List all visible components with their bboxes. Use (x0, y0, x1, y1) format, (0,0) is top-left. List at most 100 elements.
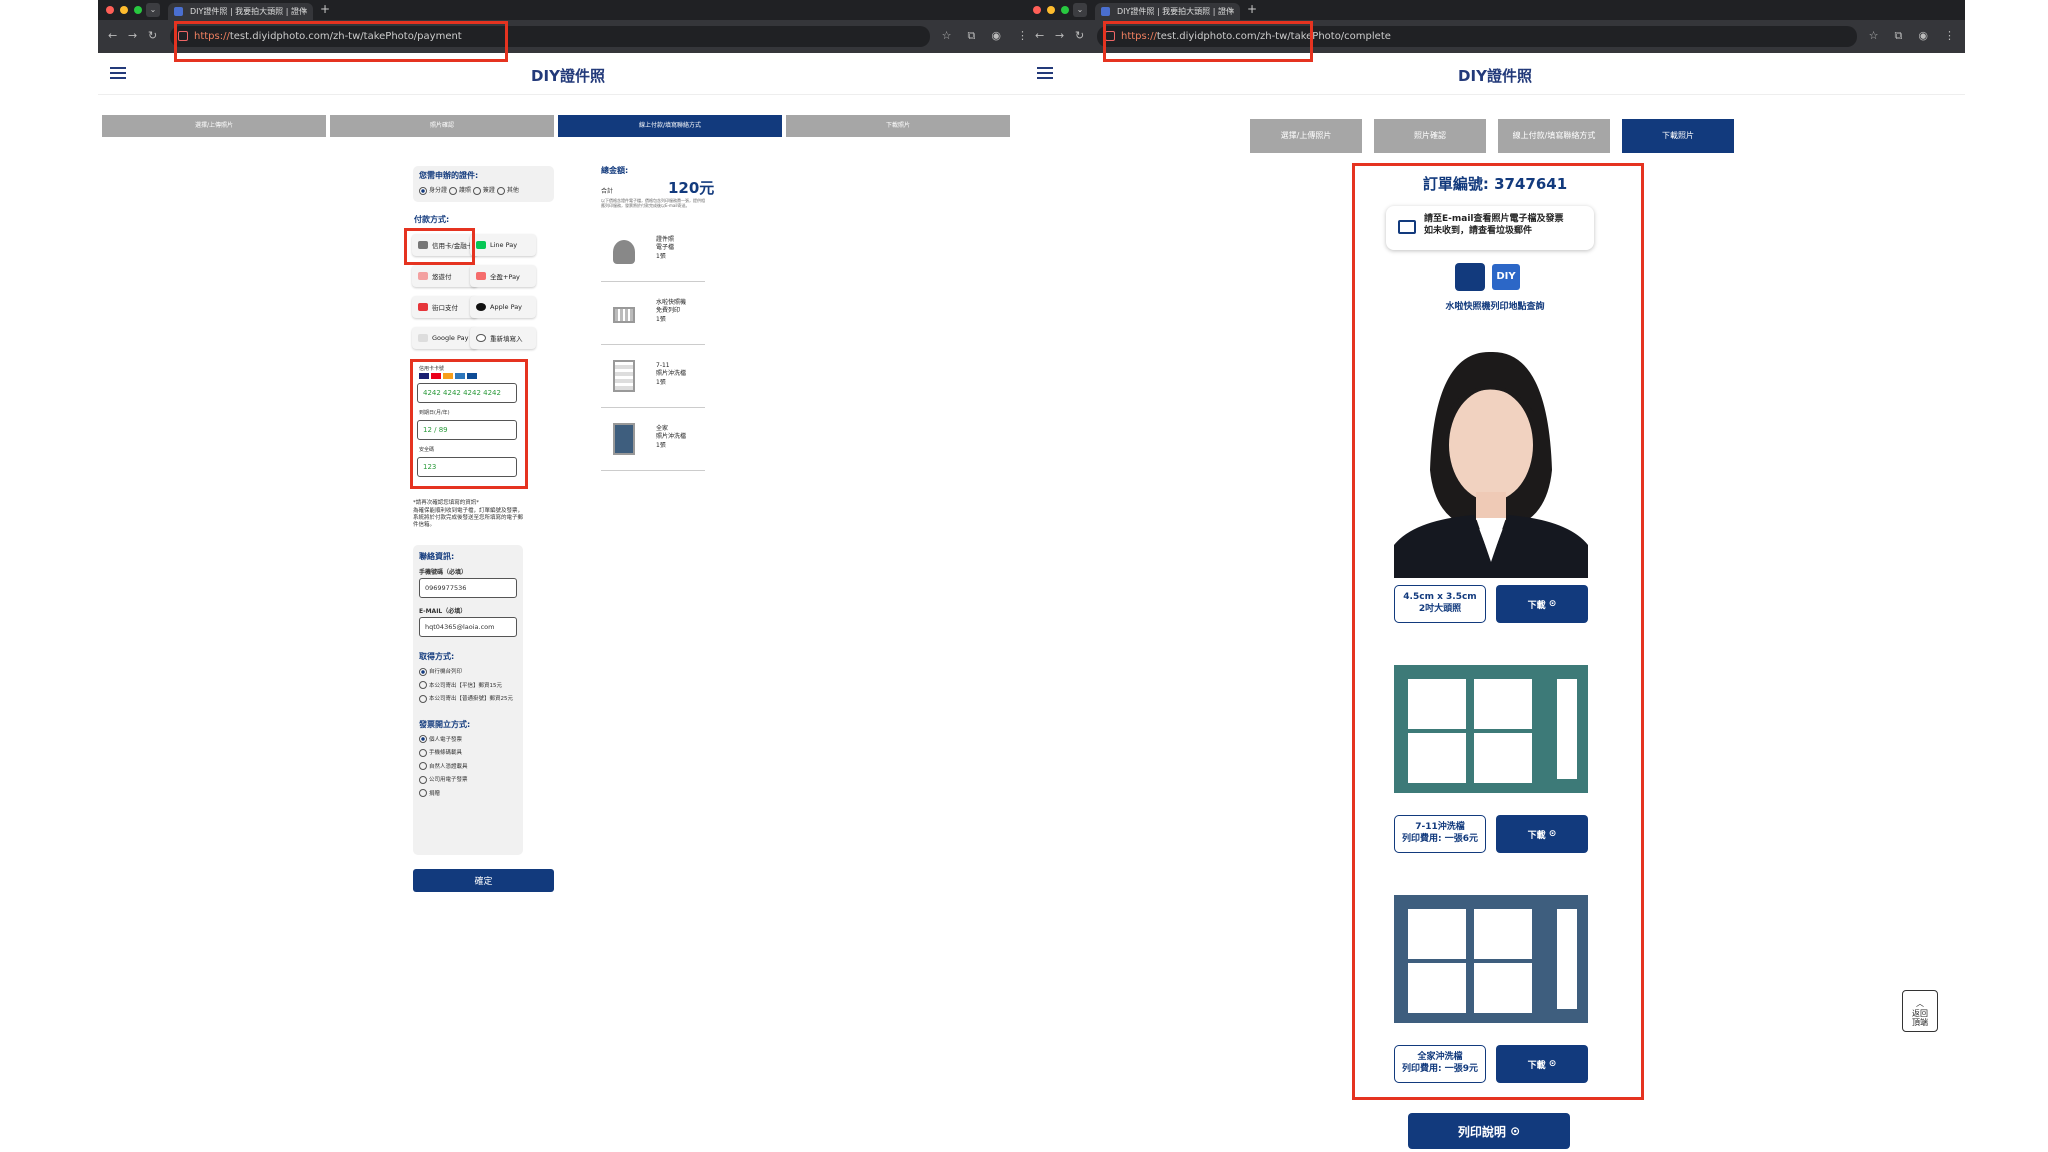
site-header: DIY證件照 (98, 53, 1038, 95)
close-tab-icon[interactable]: ✕ (1228, 3, 1235, 20)
kiosk-location-link[interactable]: 水啦快照機列印地點查詢 (1025, 299, 1965, 312)
forward-icon[interactable]: → (128, 29, 137, 42)
product-row-family: 全家 照片沖洗檔 1張 (601, 411, 705, 471)
mail-notice-line2: 如未收到，請查看垃圾郵件 (1424, 225, 1533, 236)
sheet-family-preview (1394, 895, 1588, 1023)
new-tab-icon[interactable]: + (320, 2, 330, 16)
total-label: 總金額: (601, 166, 629, 175)
browser-tab[interactable]: DIY證件照 | 我要拍大頭照 | 證件 ✕ (168, 3, 313, 20)
step-confirm: 照片確認 (1374, 119, 1486, 153)
tab-bar: ⌄ DIY證件照 | 我要拍大頭照 | 證件 ✕ + (98, 0, 1038, 20)
doc-radio-visa[interactable]: 簽證 (472, 186, 495, 195)
invoice-radio-company[interactable]: 公司用電子發票 (419, 775, 517, 784)
new-tab-icon[interactable]: + (1247, 2, 1257, 16)
price-note: 以下價格含證件電子檔，價格包含列印服務費一張，提供相應列印服務，發票將於付款完成… (601, 198, 705, 209)
email-label: E-MAIL（必填） (419, 608, 467, 615)
back-to-top-button[interactable]: ︿ 返回頂端 (1902, 990, 1938, 1032)
googlepay-button[interactable]: Google Pay (412, 327, 478, 349)
maximize-window-icon[interactable] (134, 6, 142, 14)
invoice-label: 發票開立方式: (419, 719, 471, 729)
download-family-button[interactable]: 下載 ⊙ (1496, 1045, 1588, 1083)
applepay-button[interactable]: Apple Pay (470, 296, 536, 318)
browser-tab[interactable]: DIY證件照 | 我要拍大頭照 | 證件 ✕ (1095, 3, 1240, 20)
doc-radio-passport[interactable]: 護照 (448, 186, 471, 195)
tab-bar: ⌄ DIY證件照 | 我要拍大頭照 | 證件 ✕ + (1025, 0, 1965, 20)
credit-card-highlight-box (404, 228, 475, 265)
favicon-icon (174, 7, 183, 16)
pay-method-label: 付款方式: (414, 215, 450, 224)
doc-radio-other[interactable]: 其他 (496, 186, 519, 195)
site-header: DIY證件照 (1025, 53, 1965, 95)
extensions-icon[interactable]: ⧉ (1895, 29, 1903, 43)
invoice-radio-donate[interactable]: 捐贈 (419, 789, 517, 797)
invoice-radio-barcode[interactable]: 手機條碼載具 (419, 748, 517, 757)
printer-icon[interactable] (1455, 263, 1485, 291)
bookmark-star-icon[interactable]: ☆ (942, 29, 952, 43)
progress-steps: 選擇/上傳照片 照片確認 線上付款/填寫聯絡方式 下載照片 (102, 115, 1010, 137)
total-value: 120元 (668, 179, 715, 197)
jkopay-button[interactable]: 街口支付 (412, 296, 478, 318)
email-notice: 請至E-mail查看照片電子檔及發票 如未收到，請查看垃圾郵件 (1386, 206, 1594, 250)
familymart-label: 全家沖洗檔 列印費用: 一張9元 (1394, 1045, 1486, 1083)
step-upload: 選擇/上傳照片 (1250, 119, 1362, 153)
minimize-window-icon[interactable] (1047, 6, 1055, 14)
pxpay-button[interactable]: 全盈+Pay (470, 265, 536, 287)
download-headshot-button[interactable]: 下載 ⊙ (1496, 585, 1588, 623)
pickup-radio-registered[interactable]: 本公司寄出【普通掛號】郵資25元 (419, 694, 517, 703)
sheet-family-icon (613, 423, 635, 455)
complete-window: ⌄ DIY證件照 | 我要拍大頭照 | 證件 ✕ + ← → ↻ https://… (1025, 0, 1965, 1152)
invoice-radio-citizen[interactable]: 自然人憑證載具 (419, 762, 517, 770)
diy-logo: DIY (1492, 264, 1520, 290)
product-row-kiosk: 水啦快照機 免費列印 1張 (601, 285, 705, 345)
easywallet-button[interactable]: 悠遊付 (412, 265, 478, 287)
pickup-label: 取得方式: (419, 652, 455, 661)
mail-icon (1398, 220, 1416, 234)
bookmark-star-icon[interactable]: ☆ (1869, 29, 1879, 43)
menu-kebab-icon[interactable]: ⋮ (1944, 29, 1955, 43)
profile-icon[interactable]: ◉ (1918, 29, 1928, 43)
product-row-711: 7-11 照片沖洗檔 1張 (601, 348, 705, 408)
card-form-highlight-box (410, 359, 528, 489)
extensions-icon[interactable]: ⧉ (968, 29, 976, 43)
minimize-window-icon[interactable] (120, 6, 128, 14)
product-row-digital: 證件照 電子檔 1張 (601, 222, 705, 282)
payment-window: ⌄ DIY證件照 | 我要拍大頭照 | 證件 ✕ + ← → ↻ https://… (98, 0, 1038, 1152)
subtotal-label: 合計 (601, 188, 614, 195)
contact-card: 聯絡資訊: 手機號碼（必填） 0969977536 E-MAIL（必填） hqt… (413, 545, 523, 855)
step-download: 下載照片 (1622, 119, 1734, 153)
order-number: 訂單編號: 3747641 (1422, 175, 1568, 193)
pickup-radio-kiosk[interactable]: 自行機台列印 (419, 667, 517, 676)
contact-label: 聯絡資訊: (419, 552, 455, 561)
sheet-icon (613, 307, 635, 323)
download-711-button[interactable]: 下載 ⊙ (1496, 815, 1588, 853)
document-type-card: 您需申辦的證件: 身分證 護照 簽證 其他 (413, 166, 554, 202)
close-window-icon[interactable] (1033, 6, 1041, 14)
close-window-icon[interactable] (106, 6, 114, 14)
chevron-up-icon: ︿ (1916, 999, 1924, 1008)
tab-search-icon[interactable]: ⌄ (1073, 3, 1087, 17)
close-tab-icon[interactable]: ✕ (301, 3, 308, 20)
site-title: DIY證件照 (1458, 67, 1532, 85)
sheet-711-preview (1394, 665, 1588, 793)
profile-icon[interactable]: ◉ (991, 29, 1001, 43)
invoice-radio-personal[interactable]: 個人電子發票 (419, 735, 517, 743)
linepay-button[interactable]: Line Pay (470, 234, 536, 256)
tab-search-icon[interactable]: ⌄ (146, 3, 160, 17)
reload-icon[interactable]: ↻ (1075, 29, 1084, 42)
confirm-button[interactable]: 確定 (413, 869, 554, 892)
step-payment: 線上付款/填寫聯絡方式 (1498, 119, 1610, 153)
pickup-radio-mail[interactable]: 本公司寄出【平信】郵資15元 (419, 681, 517, 689)
print-guide-button[interactable]: 列印說明 ⊙ (1408, 1113, 1570, 1149)
email-field[interactable]: hqt04365@laoia.com (419, 617, 517, 637)
back-icon[interactable]: ← (108, 29, 117, 42)
maximize-window-icon[interactable] (1061, 6, 1069, 14)
forward-icon[interactable]: → (1055, 29, 1064, 42)
phone-field[interactable]: 0969977536 (419, 578, 517, 598)
back-to-top-label: 返回頂端 (1912, 1008, 1928, 1028)
document-type-label: 您需申辦的證件: (419, 171, 479, 180)
progress-steps: 選擇/上傳照片 照片確認 線上付款/填寫聯絡方式 下載照片 (1250, 119, 1734, 153)
reload-icon[interactable]: ↻ (148, 29, 157, 42)
reset-button[interactable]: 重新填寫入 (470, 327, 536, 349)
back-icon[interactable]: ← (1035, 29, 1044, 42)
doc-radio-id[interactable]: 身分證 (419, 186, 447, 195)
